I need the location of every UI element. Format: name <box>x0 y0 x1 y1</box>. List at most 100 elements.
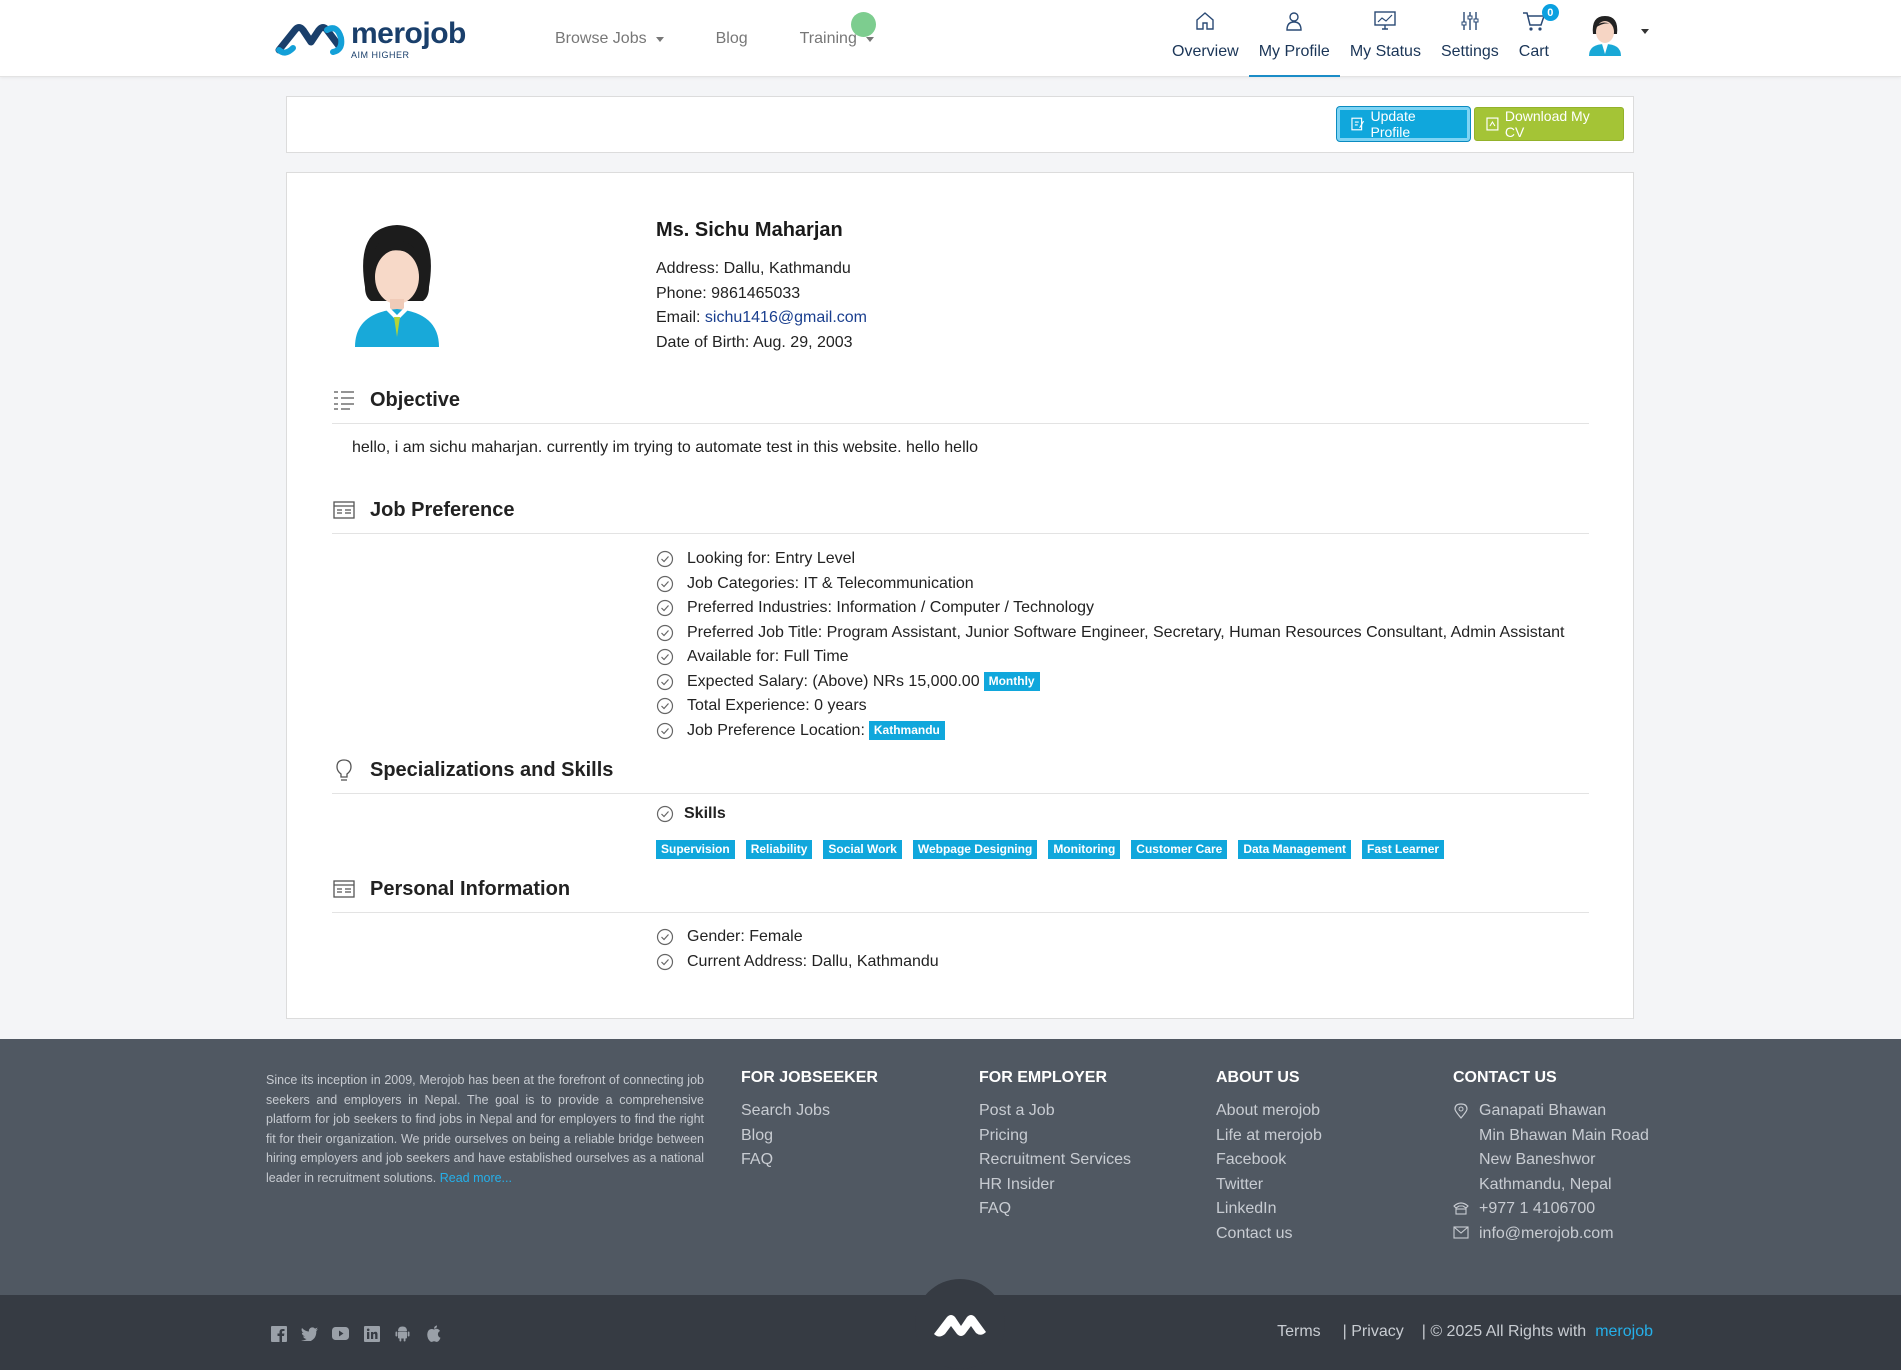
footer-link[interactable]: Blog <box>741 1124 878 1149</box>
legal-links: Terms | Privacy | © 2025 All Rights with… <box>1277 1323 1653 1341</box>
youtube-icon[interactable] <box>332 1325 349 1342</box>
check-circle-icon <box>656 624 674 641</box>
linkedin-icon[interactable] <box>363 1325 380 1342</box>
check-circle-icon <box>656 722 674 739</box>
footer-link[interactable]: About merojob <box>1216 1099 1322 1124</box>
salary-period-badge: Monthly <box>983 672 1040 692</box>
profile-avatar <box>355 225 439 347</box>
update-profile-button[interactable]: Update Profile <box>1337 107 1470 141</box>
check-circle-icon <box>656 929 674 946</box>
nav-blog[interactable]: Blog <box>716 30 748 48</box>
list-item: Preferred Industries: Information / Comp… <box>656 596 1564 621</box>
sliders-icon <box>1458 8 1482 34</box>
list-item: Job Categories: IT & Telecommunication <box>656 572 1564 597</box>
footer-address: Ganapati Bhawan Min Bhawan Main Road New… <box>1453 1099 1649 1197</box>
mail-icon <box>1453 1225 1469 1239</box>
footer-logo[interactable] <box>915 1279 1005 1369</box>
nav-browse-jobs[interactable]: Browse Jobs <box>555 30 664 48</box>
profile-address: Address: Dallu, Kathmandu <box>656 260 851 277</box>
objective-text: hello, i am sichu maharjan. currently im… <box>352 439 979 456</box>
footer-about-us-column: ABOUT US About merojob Life at merojob F… <box>1216 1069 1322 1246</box>
footer-link[interactable]: LinkedIn <box>1216 1197 1322 1222</box>
user-avatar[interactable] <box>1585 12 1625 56</box>
footer-link[interactable]: Contact us <box>1216 1222 1322 1247</box>
logo-tagline: AIM HIGHER <box>351 49 410 60</box>
profile-action-bar: Update Profile Download My CV <box>286 96 1634 153</box>
user-nav: Overview My Profile My Status Settings 0 <box>1162 0 1559 77</box>
job-preference-header: Job Preference <box>332 498 1589 534</box>
footer-link[interactable]: Facebook <box>1216 1148 1322 1173</box>
profile-dob: Date of Birth: Aug. 29, 2003 <box>656 333 853 351</box>
nav-my-profile[interactable]: My Profile <box>1248 0 1340 77</box>
footer-address-line: Kathmandu, Nepal <box>1479 1175 1612 1193</box>
notification-dot <box>851 12 876 37</box>
android-icon[interactable] <box>394 1325 411 1342</box>
skill-badge: Supervision <box>656 840 735 859</box>
list-icon <box>334 391 354 410</box>
copyright-brand-link[interactable]: merojob <box>1595 1323 1653 1341</box>
social-links <box>270 1325 456 1342</box>
list-item: Gender: Female <box>656 925 939 950</box>
chevron-down-icon <box>865 36 874 42</box>
download-cv-button[interactable]: Download My CV <box>1474 107 1624 141</box>
footer-phone-text[interactable]: +977 1 4106700 <box>1479 1197 1595 1222</box>
footer-about: Since its inception in 2009, Merojob has… <box>266 1071 704 1189</box>
footer-about-us-title: ABOUT US <box>1216 1069 1300 1086</box>
check-circle-icon <box>656 551 674 568</box>
skills-title: Specializations and Skills <box>370 759 614 781</box>
pref-job-categories: Job Categories: IT & Telecommunication <box>687 574 974 592</box>
privacy-link[interactable]: | Privacy <box>1343 1323 1404 1341</box>
check-circle-icon <box>656 805 674 823</box>
footer-bottom-bar: Terms | Privacy | © 2025 All Rights with… <box>0 1279 1901 1370</box>
check-circle-icon <box>656 649 674 666</box>
user-menu-caret-icon[interactable] <box>1641 29 1649 34</box>
nav-training-label: Training <box>799 30 857 47</box>
footer-address-line: New Baneshwor <box>1479 1151 1596 1168</box>
nav-overview[interactable]: Overview <box>1162 0 1249 77</box>
footer-link[interactable]: Search Jobs <box>741 1099 878 1124</box>
list-item: Looking for: Entry Level <box>656 547 1564 572</box>
terms-link[interactable]: Terms <box>1277 1323 1321 1341</box>
nav-settings-label: Settings <box>1440 43 1499 60</box>
footer-link[interactable]: Recruitment Services <box>979 1148 1131 1173</box>
pref-total-experience: Total Experience: 0 years <box>687 697 867 715</box>
check-circle-icon <box>656 600 674 617</box>
nav-settings[interactable]: Settings <box>1431 0 1509 77</box>
skills-list: Supervision Reliability Social Work Webp… <box>656 840 1455 859</box>
skill-badge: Reliability <box>745 840 813 859</box>
footer-link[interactable]: HR Insider <box>979 1173 1131 1198</box>
twitter-icon[interactable] <box>301 1325 318 1342</box>
edit-icon <box>1351 117 1365 131</box>
skills-header: Specializations and Skills <box>332 758 1589 794</box>
skill-badge: Customer Care <box>1131 840 1228 859</box>
list-item: Available for: Full Time <box>656 645 1564 670</box>
job-preference-list: Looking for: Entry Level Job Categories:… <box>656 547 1564 743</box>
profile-email-label: Email: <box>656 309 705 326</box>
cart-count-badge: 0 <box>1541 4 1559 21</box>
list-item: Total Experience: 0 years <box>656 694 1564 719</box>
nav-overview-label: Overview <box>1172 43 1239 60</box>
footer-email-text[interactable]: info@merojob.com <box>1479 1222 1614 1247</box>
nav-cart[interactable]: 0 Cart <box>1509 0 1559 77</box>
nav-my-status[interactable]: My Status <box>1340 0 1431 77</box>
footer-link[interactable]: Twitter <box>1216 1173 1322 1198</box>
footer-link[interactable]: Post a Job <box>979 1099 1131 1124</box>
apple-icon[interactable] <box>425 1325 442 1342</box>
footer-link[interactable]: Life at merojob <box>1216 1124 1322 1149</box>
facebook-icon[interactable] <box>270 1325 287 1342</box>
profile-name: Ms. Sichu Maharjan <box>656 219 843 241</box>
map-pin-icon <box>1454 1103 1468 1119</box>
skill-badge: Data Management <box>1238 840 1352 859</box>
footer-link[interactable]: Pricing <box>979 1124 1131 1149</box>
read-more-link[interactable]: Read more... <box>440 1171 512 1185</box>
footer-contact-title: CONTACT US <box>1453 1069 1557 1086</box>
personal-info-header: Personal Information <box>332 877 1589 913</box>
list-item: Expected Salary: (Above) NRs 15,000.00 Mo… <box>656 670 1564 695</box>
profile-email-link[interactable]: sichu1416@gmail.com <box>705 309 867 326</box>
nav-my-status-label: My Status <box>1349 43 1421 60</box>
footer-link[interactable]: FAQ <box>741 1148 878 1173</box>
footer-address-line: Min Bhawan Main Road <box>1479 1126 1649 1144</box>
footer-link[interactable]: FAQ <box>979 1197 1131 1222</box>
update-profile-label: Update Profile <box>1370 108 1416 140</box>
merojob-logo[interactable]: merojob AIM HIGHER <box>275 18 466 60</box>
